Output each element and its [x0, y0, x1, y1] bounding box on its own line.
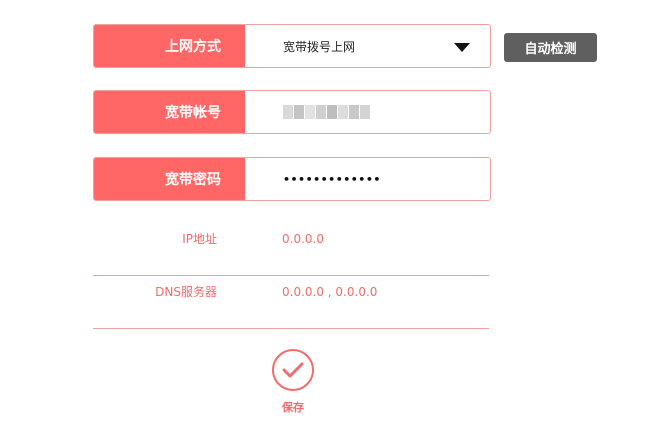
save-button[interactable]: 保存 — [270, 349, 316, 415]
connection-type-select[interactable]: 宽带拨号上网 — [245, 25, 490, 67]
redacted-block — [349, 105, 359, 119]
dns-server-row: DNS服务器 0.0.0.0 , 0.0.0.0 — [93, 279, 489, 329]
caret-down-icon[interactable] — [454, 43, 470, 52]
ip-address-label: IP地址 — [182, 232, 217, 246]
redacted-account-value — [283, 105, 371, 119]
redacted-block — [360, 105, 370, 119]
redacted-block — [294, 105, 304, 119]
router-wan-settings-page: 上网方式 宽带拨号上网 自动检测 宽带帐号 宽带密码 •••••••••••••… — [0, 0, 650, 433]
save-label: 保存 — [282, 401, 304, 414]
connection-type-label: 上网方式 — [94, 25, 245, 67]
account-label: 宽带帐号 — [94, 91, 245, 133]
dns-server-label: DNS服务器 — [155, 285, 217, 299]
account-row: 宽带帐号 — [93, 90, 491, 134]
redacted-block — [305, 105, 315, 119]
checkmark-icon — [282, 362, 304, 378]
password-label: 宽带密码 — [94, 158, 245, 200]
redacted-block — [338, 105, 348, 119]
redacted-block — [327, 105, 337, 119]
ip-address-value: 0.0.0.0 — [282, 232, 324, 246]
password-value: ••••••••••••• — [283, 172, 381, 186]
redacted-block — [316, 105, 326, 119]
connection-type-value: 宽带拨号上网 — [283, 39, 356, 54]
auto-detect-button[interactable]: 自动检测 — [504, 33, 597, 62]
password-input[interactable]: ••••••••••••• — [245, 158, 490, 200]
connection-type-row: 上网方式 宽带拨号上网 — [93, 24, 491, 68]
dns-server-value: 0.0.0.0 , 0.0.0.0 — [282, 285, 378, 299]
password-row: 宽带密码 ••••••••••••• — [93, 157, 491, 201]
save-circle[interactable] — [272, 349, 314, 391]
account-input[interactable] — [245, 91, 490, 133]
ip-address-row: IP地址 0.0.0.0 — [93, 226, 489, 276]
redacted-block — [283, 105, 293, 119]
